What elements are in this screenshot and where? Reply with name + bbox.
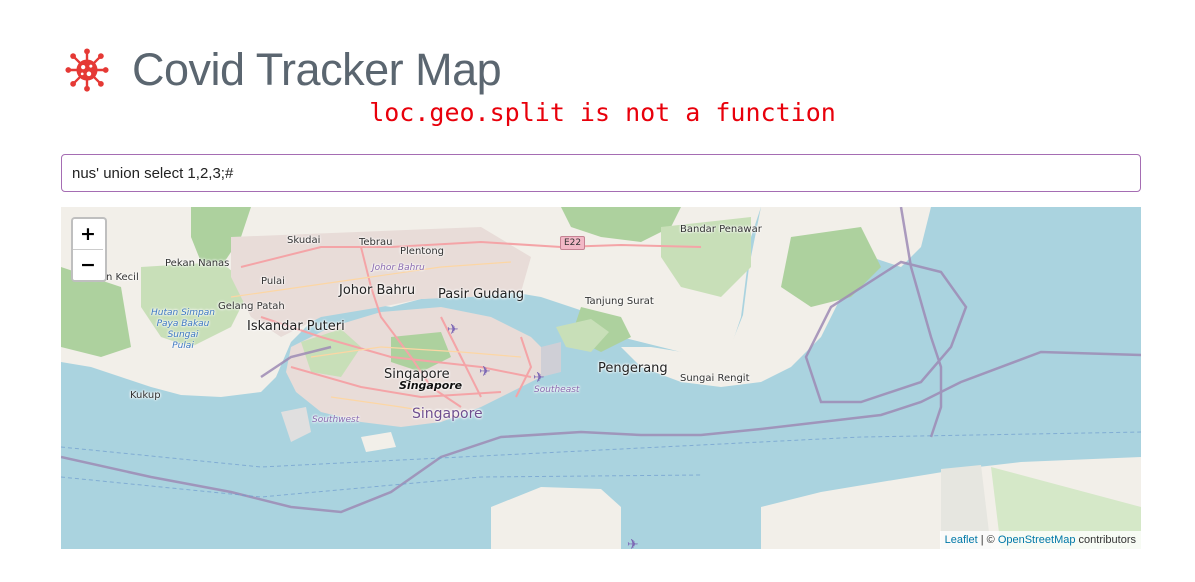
attribution-suffix: contributors <box>1075 534 1136 546</box>
map-label-hutan-simpan: Hutan Simpan Paya Bakau Sungai Pulai <box>151 308 215 351</box>
zoom-out-button[interactable]: − <box>73 250 103 280</box>
zoom-in-button[interactable]: + <box>73 219 103 250</box>
search-bar <box>61 154 1141 192</box>
map-label-singapore-country: Singapore <box>412 406 483 422</box>
error-message: loc.geo.split is not a function <box>369 98 836 127</box>
map-label-southeast: Southeast <box>534 385 580 395</box>
map-label-iskandar-puteri: Iskandar Puteri <box>247 319 345 334</box>
map-label-plentong: Plentong <box>400 246 445 257</box>
airport-icon: ✈ <box>627 537 639 549</box>
page-header: Covid Tracker Map <box>62 38 502 102</box>
airport-icon: ✈ <box>533 370 545 386</box>
airport-icon: ✈ <box>479 364 491 380</box>
map-label-skudai: Skudai <box>287 235 321 246</box>
map[interactable]: E22 Skudai Tebrau Plentong Johor Bahru P… <box>61 207 1141 549</box>
map-label-bandar-penawar: Bandar Penawar <box>680 224 762 235</box>
map-label-sungai-rengit: Sungai Rengit <box>680 373 750 384</box>
map-label-pasir-gudang: Pasir Gudang <box>438 287 525 302</box>
search-input[interactable] <box>61 154 1141 192</box>
map-label-pengerang: Pengerang <box>598 361 668 376</box>
map-label-gelang-patah: Gelang Patah <box>218 301 285 312</box>
road-shield-e22: E22 <box>560 236 586 250</box>
map-label-tebrau: Tebrau <box>359 237 393 248</box>
attribution-separator: | © <box>977 534 998 546</box>
map-label-johor-bahru-district: Johor Bahru <box>372 263 425 273</box>
map-label-kukup: Kukup <box>130 390 161 401</box>
map-label-singapore-sub: Singapore <box>399 379 463 392</box>
map-label-pekan-nanas: Pekan Nanas <box>165 258 230 269</box>
map-label-tanjung-surat: Tanjung Surat <box>585 296 654 307</box>
virus-icon <box>65 48 109 92</box>
map-label-johor-bahru: Johor Bahru <box>339 283 416 298</box>
osm-link[interactable]: OpenStreetMap <box>998 534 1076 546</box>
map-attribution: Leaflet | © OpenStreetMap contributors <box>939 531 1141 549</box>
airport-icon: ✈ <box>447 322 459 338</box>
page-title: Covid Tracker Map <box>132 44 502 95</box>
map-label-pulai: Pulai <box>261 276 285 287</box>
map-label-southwest: Southwest <box>312 415 360 425</box>
leaflet-link[interactable]: Leaflet <box>945 534 978 546</box>
zoom-control: + − <box>71 217 107 282</box>
